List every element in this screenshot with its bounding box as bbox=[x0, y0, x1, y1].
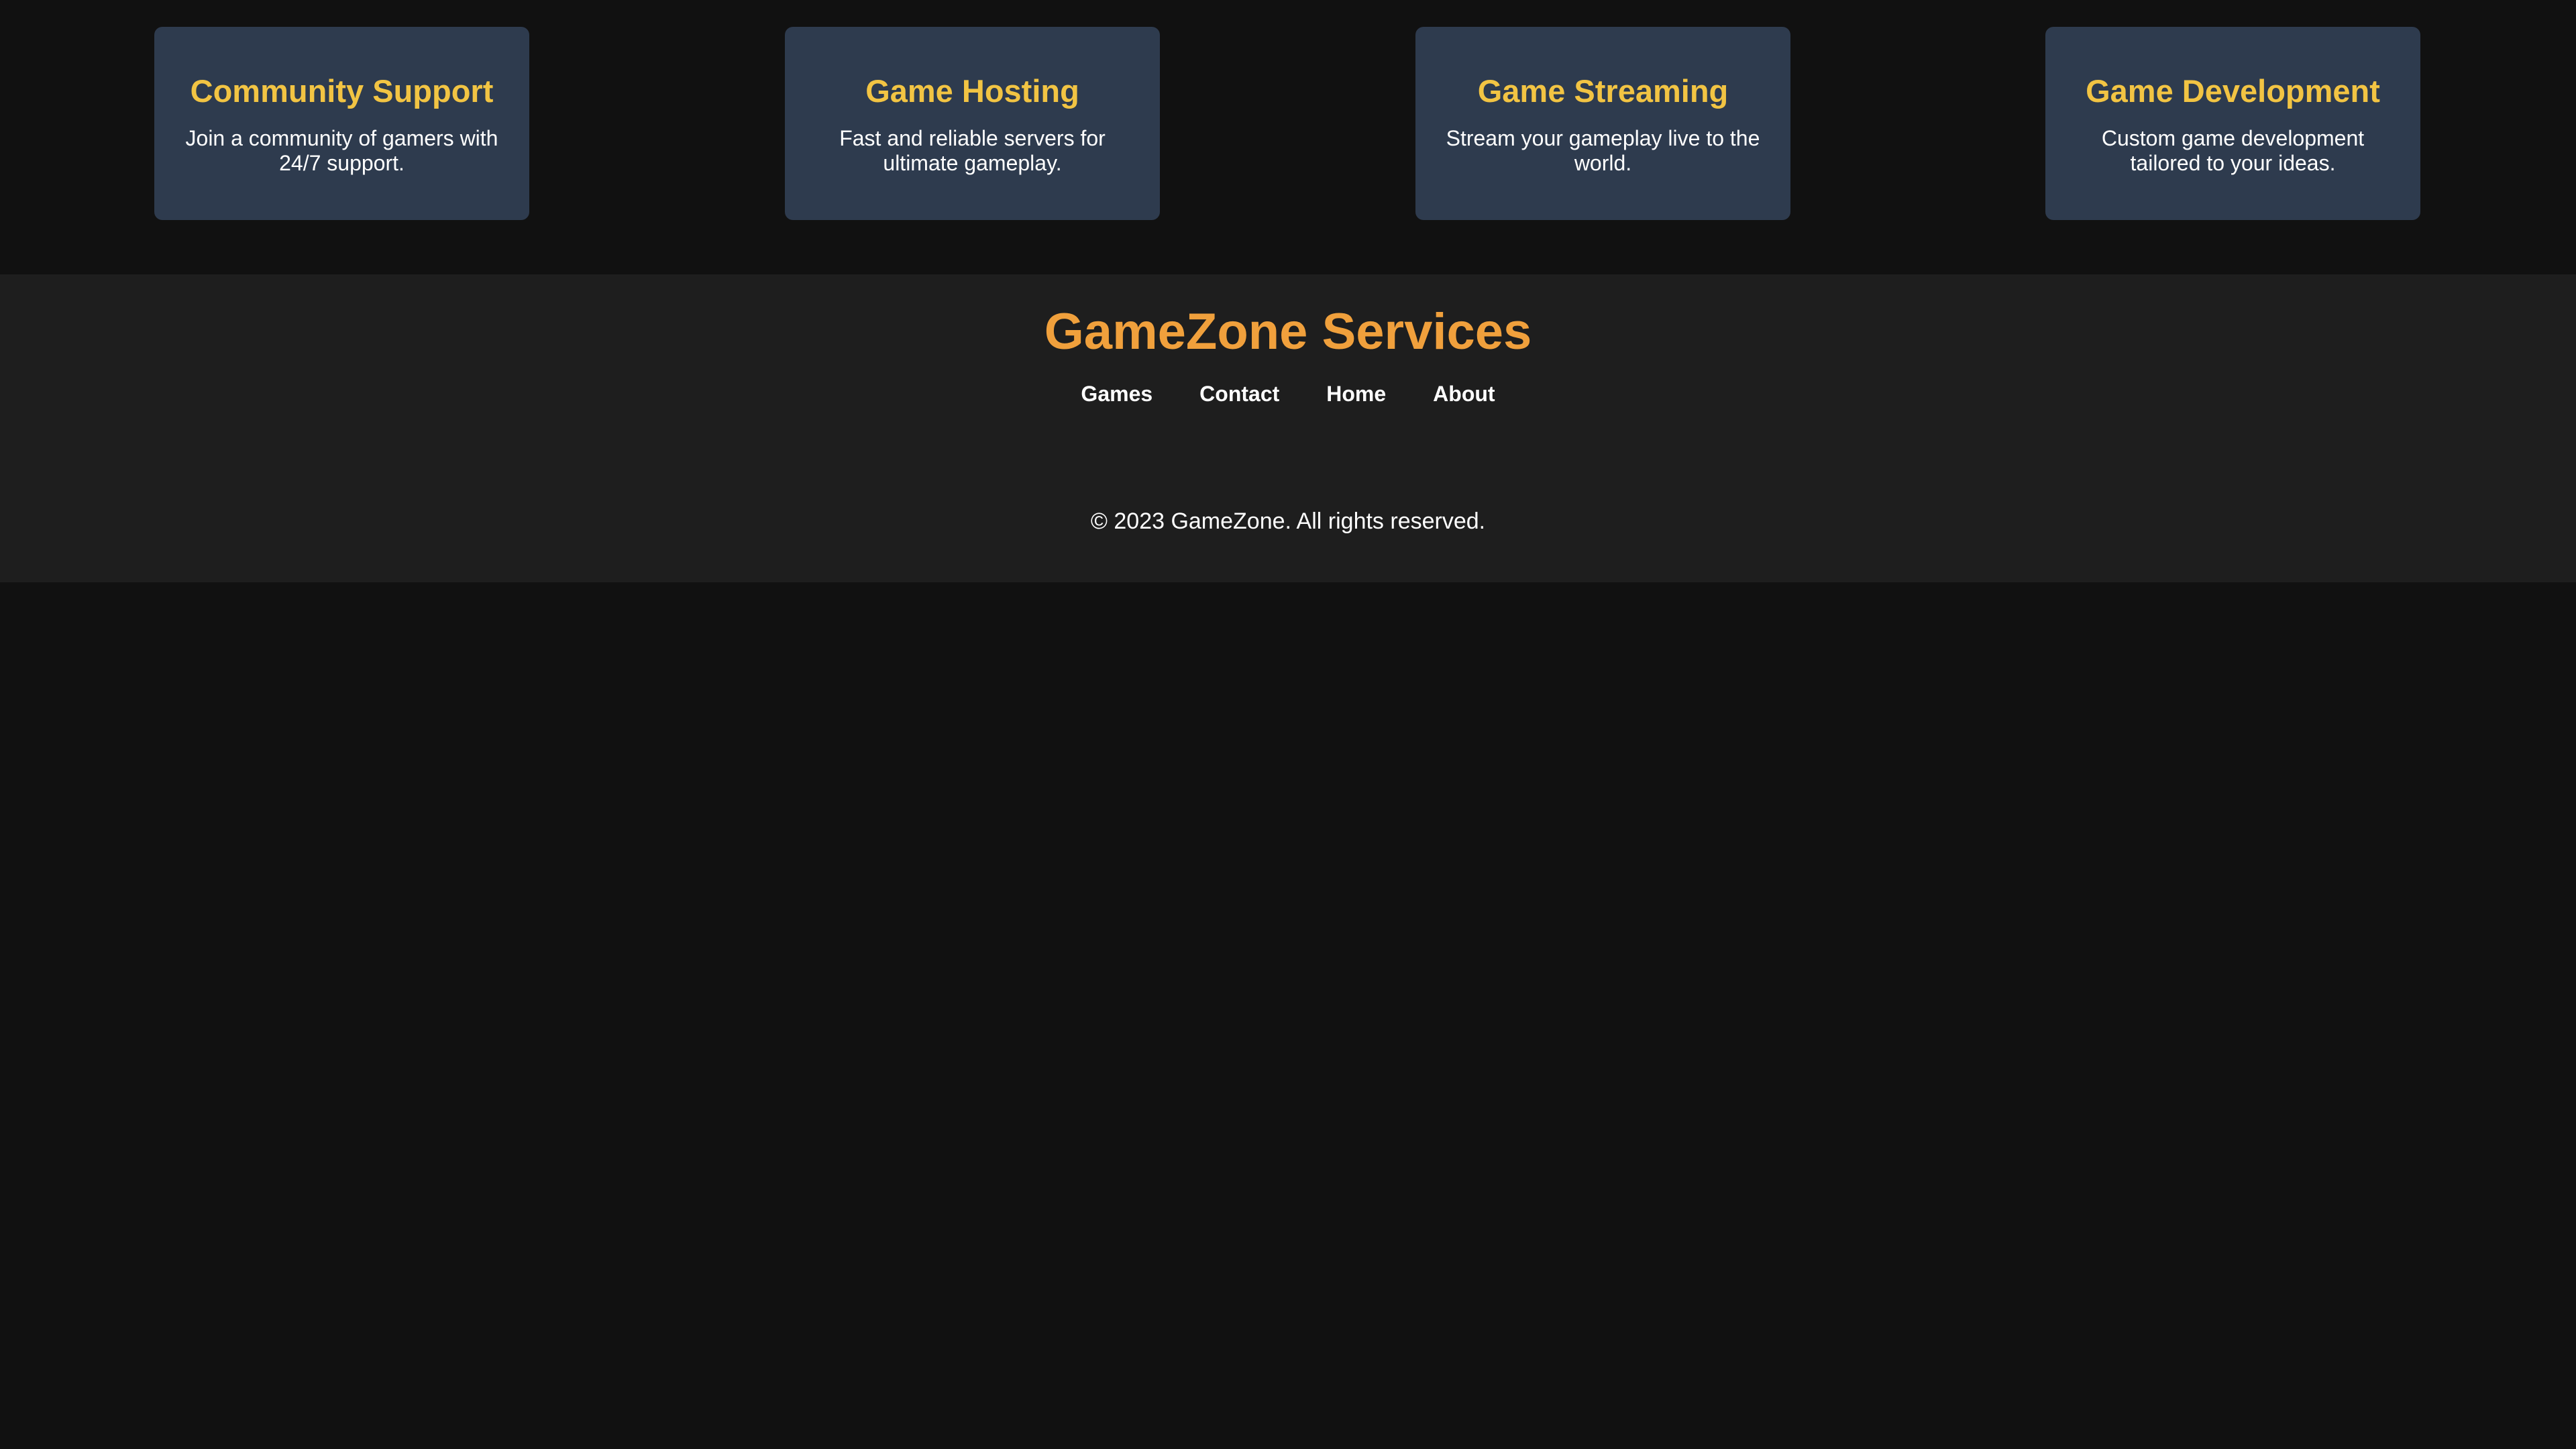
service-description: Fast and reliable servers for ultimate g… bbox=[839, 126, 1106, 175]
service-card-game-hosting: Game Hosting Fast and reliable servers f… bbox=[785, 27, 1160, 220]
footer-nav: Games Contact Home About bbox=[0, 380, 2576, 407]
services-section: Community Support Join a community of ga… bbox=[0, 0, 2576, 274]
service-title: Game Hosting bbox=[865, 73, 1079, 109]
nav-link-about[interactable]: About bbox=[1433, 380, 1495, 407]
service-card-community-support: Community Support Join a community of ga… bbox=[154, 27, 529, 220]
copyright-text: © 2023 GameZone. All rights reserved. bbox=[1090, 508, 1486, 534]
service-card-game-development: Game Development Custom game development… bbox=[2045, 27, 2420, 220]
service-card-game-streaming: Game Streaming Stream your gameplay live… bbox=[1415, 27, 1790, 220]
service-title: Community Support bbox=[190, 73, 494, 109]
footer-brand-title: GameZone Services bbox=[1044, 303, 1532, 360]
service-description: Stream your gameplay live to the world. bbox=[1446, 126, 1760, 175]
nav-link-games[interactable]: Games bbox=[1081, 380, 1152, 407]
nav-link-home[interactable]: Home bbox=[1326, 380, 1386, 407]
service-description: Custom game development tailored to your… bbox=[2101, 126, 2365, 175]
service-title: Game Streaming bbox=[1477, 73, 1729, 109]
nav-link-contact[interactable]: Contact bbox=[1199, 380, 1279, 407]
service-description: Join a community of gamers with 24/7 sup… bbox=[185, 126, 498, 175]
service-title: Game Development bbox=[2086, 73, 2380, 109]
site-footer: GameZone Services Games Contact Home Abo… bbox=[0, 274, 2576, 582]
